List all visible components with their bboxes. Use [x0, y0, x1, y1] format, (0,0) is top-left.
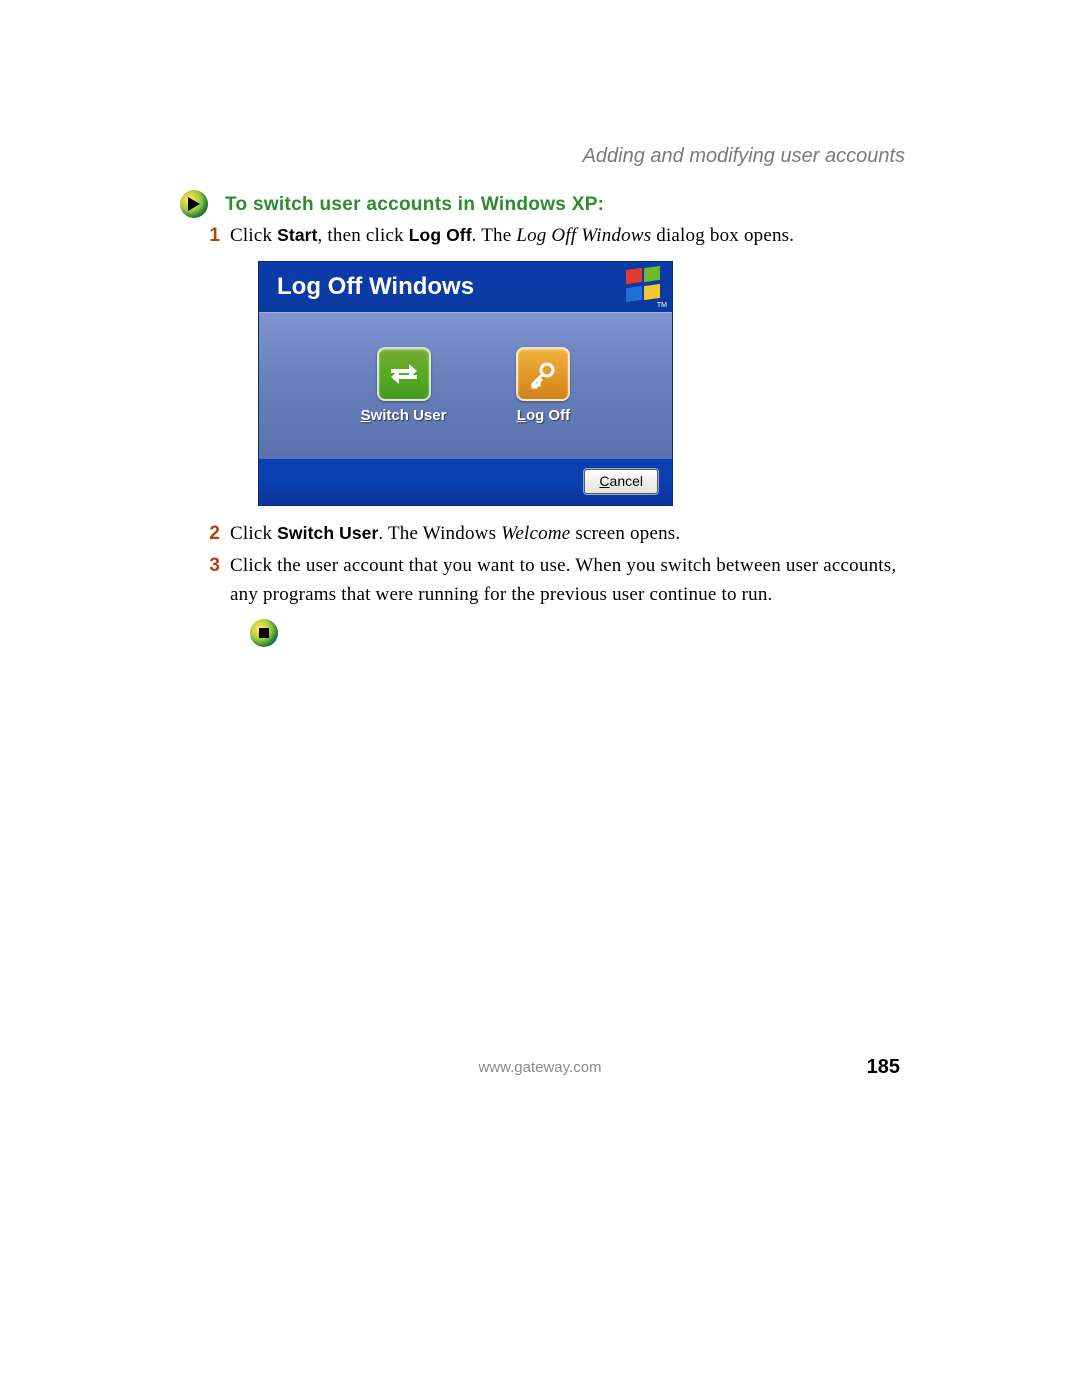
- text-frag: Click: [230, 225, 277, 246]
- underline-char: C: [599, 473, 609, 489]
- step-number: 2: [200, 520, 220, 549]
- stop-icon-bullet: [250, 619, 278, 647]
- step-3: 3 Click the user account that you want t…: [200, 552, 900, 609]
- cancel-button[interactable]: Cancel: [584, 469, 658, 494]
- label-rest: og Off: [526, 407, 570, 424]
- switch-user-icon: [377, 347, 431, 401]
- bold-switch-user: Switch User: [277, 523, 378, 543]
- log-off-windows-dialog: Log Off Windows TM: [258, 261, 673, 506]
- step-number: 1: [200, 222, 220, 251]
- label-rest: witch User: [371, 407, 447, 424]
- text-frag: Click: [230, 523, 277, 544]
- page-header-title: Adding and modifying user accounts: [583, 145, 905, 168]
- steps-list: 1 Click Start, then click Log Off. The L…: [200, 222, 900, 647]
- trademark-text: TM: [657, 302, 667, 309]
- step-number: 3: [200, 552, 220, 609]
- step-text: Click Switch User. The Windows Welcome s…: [230, 520, 900, 549]
- dialog-titlebar: Log Off Windows TM: [259, 262, 672, 312]
- bold-start: Start: [277, 225, 317, 245]
- text-frag: dialog box opens.: [651, 225, 794, 246]
- stop-icon: [259, 628, 269, 638]
- step-1: 1 Click Start, then click Log Off. The L…: [200, 222, 900, 251]
- section-heading: To switch user accounts in Windows XP:: [225, 194, 604, 216]
- step-text: Click Start, then click Log Off. The Log…: [230, 222, 900, 251]
- page-number: 185: [867, 1056, 900, 1079]
- dialog-screenshot: Log Off Windows TM: [258, 261, 900, 506]
- dialog-body: Switch User Log Off: [259, 312, 672, 458]
- footer-url: www.gateway.com: [478, 1059, 601, 1076]
- dialog-title-text: Log Off Windows: [277, 273, 474, 301]
- text-frag: . The Windows: [378, 523, 501, 544]
- document-page: Adding and modifying user accounts To sw…: [0, 0, 1080, 1397]
- play-icon: [188, 197, 200, 211]
- windows-xp-logo-icon: TM: [624, 267, 666, 307]
- italic-dialog-name: Log Off Windows: [516, 225, 651, 246]
- text-frag: , then click: [318, 225, 409, 246]
- page-footer: www.gateway.com: [0, 1059, 1080, 1077]
- switch-user-label: Switch User: [361, 407, 447, 424]
- italic-welcome: Welcome: [501, 523, 570, 544]
- play-icon-bullet: [180, 190, 208, 218]
- label-rest: ancel: [610, 473, 643, 489]
- switch-user-button[interactable]: Switch User: [361, 347, 447, 424]
- step-2: 2 Click Switch User. The Windows Welcome…: [200, 520, 900, 549]
- underline-char: S: [361, 407, 371, 424]
- text-frag: . The: [472, 225, 517, 246]
- step-text: Click the user account that you want to …: [230, 552, 900, 609]
- log-off-button[interactable]: Log Off: [516, 347, 570, 424]
- log-off-label: Log Off: [517, 407, 570, 424]
- text-frag: screen opens.: [570, 523, 680, 544]
- key-icon: [516, 347, 570, 401]
- bold-logoff: Log Off: [409, 225, 472, 245]
- underline-char: L: [517, 407, 526, 424]
- dialog-footer: Cancel: [259, 458, 672, 505]
